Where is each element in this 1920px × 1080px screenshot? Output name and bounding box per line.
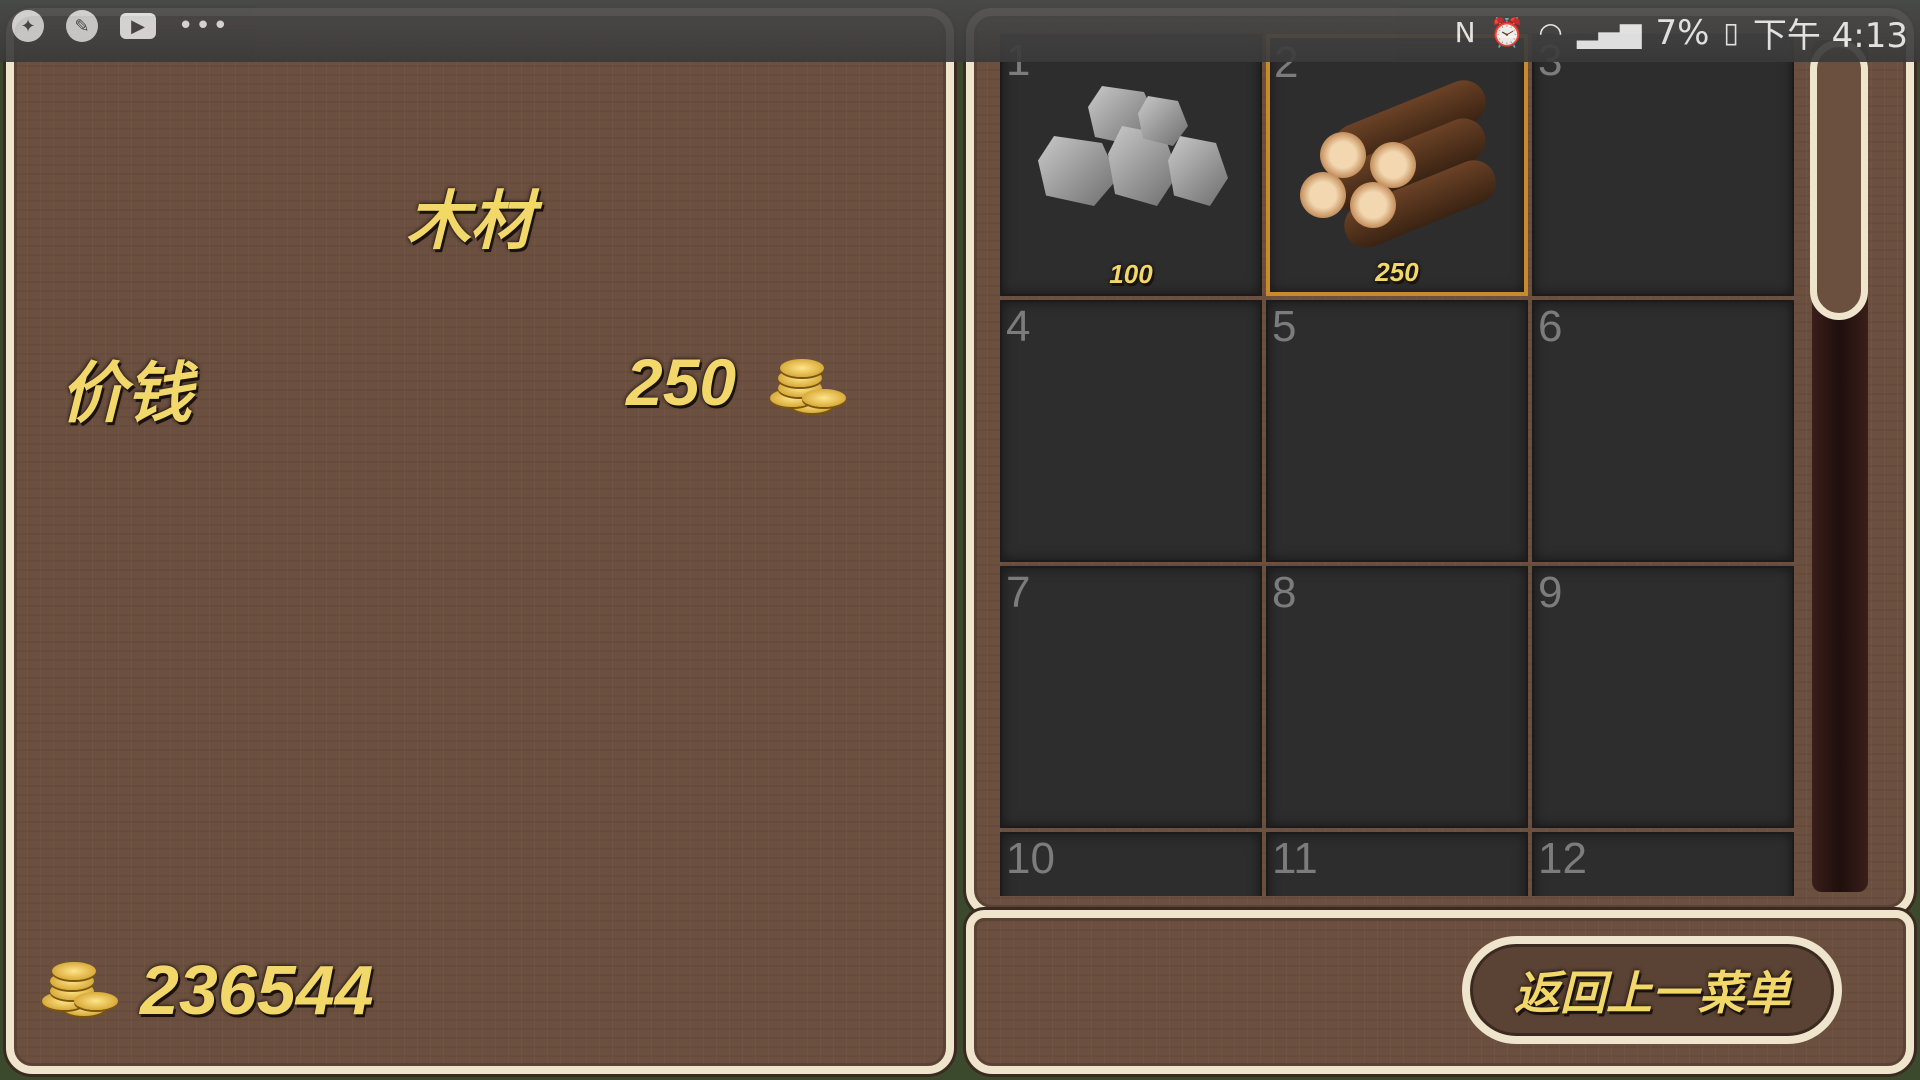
inventory-slot[interactable]: 10 (1000, 832, 1262, 896)
item-detail-panel (6, 8, 954, 1074)
inventory-slot[interactable]: 3 (1532, 34, 1794, 296)
signal-icon: ▂▄▆ (1576, 16, 1642, 49)
slot-number: 5 (1272, 302, 1297, 351)
total-gold: 236544 (140, 951, 374, 1029)
gold-coins-icon (760, 355, 846, 419)
stone-icon (1028, 76, 1238, 236)
slot-number: 6 (1538, 302, 1563, 351)
slot-number: 4 (1006, 302, 1031, 351)
inventory-slot[interactable]: 1 100 (1000, 34, 1262, 296)
inventory-slot-selected[interactable]: 2 250 (1266, 34, 1528, 296)
status-bar: ✦ ✎ ▶ ••• N ⏰ ◠ ▂▄▆ 7% ▯ 下午 4:13 (0, 0, 1920, 62)
back-to-menu-button[interactable]: 返回上一菜单 (1462, 936, 1842, 1044)
inventory-slot[interactable]: 6 (1532, 300, 1794, 562)
slot-number: 12 (1538, 834, 1587, 883)
wifi-icon: ◠ (1538, 16, 1563, 49)
item-name: 木材 (406, 185, 534, 257)
slot-number: 8 (1272, 568, 1297, 617)
clock: 下午 4:13 (1752, 16, 1908, 56)
inventory-slot[interactable]: 8 (1266, 566, 1528, 828)
alarm-icon: ⏰ (1489, 16, 1525, 49)
inventory-grid: 1 100 2 250 3 4 5 6 7 8 9 10 11 12 (1000, 34, 1794, 896)
slot-number: 11 (1272, 834, 1318, 883)
price-label: 价钱 (60, 356, 192, 430)
inventory-slot[interactable]: 4 (1000, 300, 1262, 562)
inventory-slot[interactable]: 9 (1532, 566, 1794, 828)
slot-number: 7 (1006, 568, 1031, 617)
slot-price: 100 (1109, 259, 1153, 289)
price-value: 250 (626, 345, 737, 419)
slot-number: 10 (1006, 834, 1055, 883)
wood-icon (1290, 72, 1510, 255)
scrollbar-thumb[interactable] (1810, 40, 1868, 320)
more-icon: ••• (178, 11, 231, 41)
youtube-icon: ▶ (120, 13, 156, 39)
battery-icon: ▯ (1723, 16, 1739, 49)
slot-price: 250 (1375, 257, 1419, 287)
inventory-slot[interactable]: 7 (1000, 566, 1262, 828)
app-icon: ✦ (12, 10, 44, 42)
wrench-icon: ✎ (66, 10, 98, 42)
inventory-slot[interactable]: 11 (1266, 832, 1528, 896)
gold-coins-icon (32, 958, 118, 1022)
inventory-slot[interactable]: 5 (1266, 300, 1528, 562)
inventory-slot[interactable]: 12 (1532, 832, 1794, 896)
nfc-icon: N (1454, 16, 1476, 49)
slot-number: 9 (1538, 568, 1563, 617)
battery-percent: 7% (1655, 12, 1710, 53)
